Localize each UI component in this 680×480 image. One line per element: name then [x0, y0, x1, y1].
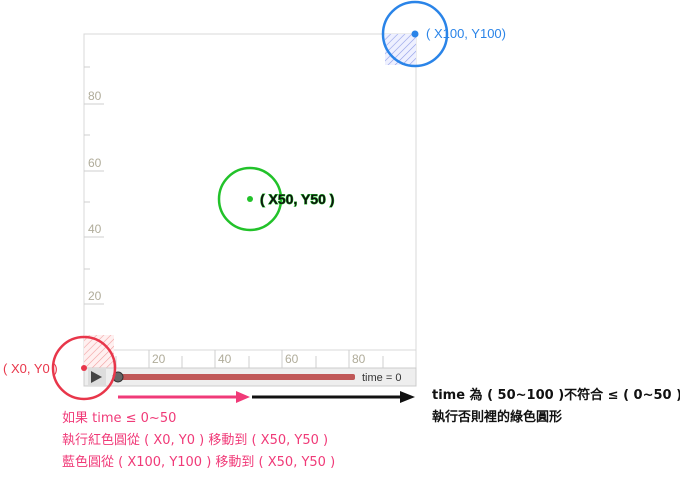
condition-arrow	[118, 391, 250, 403]
condition-line: 執行紅色圓從 ( X0, Y0 ) 移動到 ( X50, Y50 )	[62, 433, 329, 448]
y-tick-label: 20	[88, 289, 102, 303]
else-line: 執行否則裡的綠色圓形	[432, 410, 563, 425]
y-tick-label: 80	[88, 89, 102, 103]
green-point-label: ( X50, Y50 )	[260, 191, 334, 207]
y-tick-label: 60	[88, 156, 102, 170]
condition-line: 如果 time ≤ 0~50	[62, 411, 177, 426]
blue-point-label: ( X100, Y100)	[426, 26, 506, 41]
stage-frame	[83, 33, 417, 387]
condition-note: 如果 time ≤ 0~50 執行紅色圓從 ( X0, Y0 ) 移動到 ( X…	[62, 408, 335, 474]
x-tick-label: 40	[218, 352, 232, 366]
red-point-label: ( X0, Y0 )	[3, 361, 58, 376]
x-tick-label: 20	[152, 352, 166, 366]
else-note: time 為 ( 50~100 )不符合 ≤ ( 0~50 ) 執行否則裡的綠色…	[432, 385, 680, 429]
end-target-area	[385, 34, 416, 65]
x-tick-label: 60	[285, 352, 299, 366]
timeline-track[interactable]	[117, 374, 355, 380]
player-bar: time = 0	[83, 367, 417, 387]
x-tick-label: 80	[352, 352, 366, 366]
time-readout: time = 0	[362, 372, 401, 384]
y-tick-label: 40	[88, 222, 102, 236]
else-arrow	[252, 391, 415, 403]
condition-line: 藍色圓從 ( X100, Y100 ) 移動到 ( X50, Y50 )	[62, 455, 336, 470]
else-line: time 為 ( 50~100 )不符合 ≤ ( 0~50 )	[432, 388, 680, 403]
